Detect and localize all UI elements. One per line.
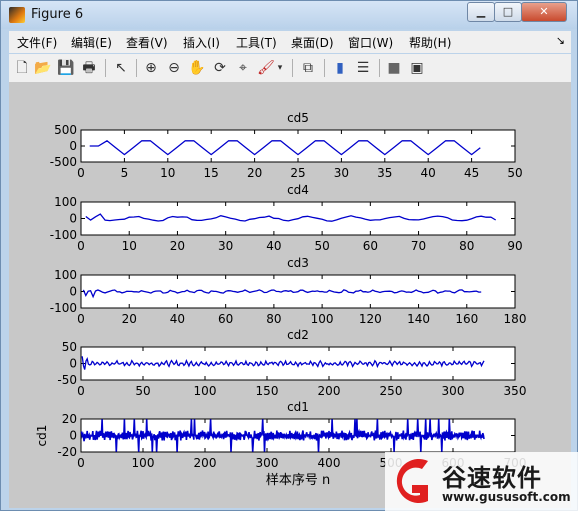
x-tick-label: 300 — [442, 384, 465, 398]
x-tick-label: 200 — [318, 384, 341, 398]
y-tick-label: 0 — [69, 139, 77, 153]
x-tick-label: 300 — [256, 456, 279, 470]
y-tick-label: 50 — [62, 340, 77, 354]
x-tick-label: 20 — [122, 312, 137, 326]
y-tick-label: -100 — [50, 228, 77, 242]
x-tick-label: 100 — [132, 456, 155, 470]
x-tick-label: 80 — [459, 239, 474, 253]
y-tick-label: -100 — [50, 301, 77, 315]
x-tick-label: 140 — [407, 312, 430, 326]
y-tick-label: 500 — [54, 123, 77, 137]
x-tick-label: 45 — [464, 166, 479, 180]
x-tick-label: 0 — [77, 312, 85, 326]
x-tick-label: 400 — [318, 456, 341, 470]
x-tick-label: 250 — [380, 384, 403, 398]
watermark-logo-icon — [396, 459, 428, 503]
x-tick-label: 0 — [77, 456, 85, 470]
x-tick-label: 120 — [359, 312, 382, 326]
y-tick-label: 0 — [69, 429, 77, 443]
x-tick-label: 90 — [507, 239, 522, 253]
y-tick-label: 100 — [54, 268, 77, 282]
x-tick-label: 30 — [334, 166, 349, 180]
watermark-url: www.gususoft.com — [442, 490, 571, 504]
subplot-title: cd1 — [287, 400, 309, 414]
x-tick-label: 60 — [218, 312, 233, 326]
x-tick-label: 100 — [311, 312, 334, 326]
watermark-brand: 谷速软件 — [442, 464, 542, 492]
x-tick-label: 20 — [247, 166, 262, 180]
y-axis-label: cd1 — [35, 425, 49, 447]
x-tick-label: 30 — [218, 239, 233, 253]
y-tick-label: 0 — [69, 212, 77, 226]
x-tick-label: 20 — [170, 239, 185, 253]
x-tick-label: 40 — [170, 312, 185, 326]
x-tick-label: 40 — [266, 239, 281, 253]
x-tick-label: 10 — [122, 239, 137, 253]
y-tick-label: -20 — [57, 445, 77, 459]
subplot-title: cd5 — [287, 111, 309, 125]
x-tick-label: 25 — [290, 166, 305, 180]
x-tick-label: 60 — [363, 239, 378, 253]
x-tick-label: 50 — [314, 239, 329, 253]
x-tick-label: 100 — [194, 384, 217, 398]
x-tick-label: 50 — [135, 384, 150, 398]
y-tick-label: -50 — [57, 373, 77, 387]
x-tick-label: 35 — [377, 166, 392, 180]
x-tick-label: 70 — [411, 239, 426, 253]
x-axis-label: 样本序号 n — [266, 473, 330, 488]
x-tick-label: 15 — [204, 166, 219, 180]
x-tick-label: 0 — [77, 384, 85, 398]
x-tick-label: 200 — [194, 456, 217, 470]
x-tick-label: 0 — [77, 239, 85, 253]
subplot-title: cd2 — [287, 328, 309, 342]
x-tick-label: 10 — [160, 166, 175, 180]
y-tick-label: 100 — [54, 195, 77, 209]
axes-cd5 — [80, 129, 516, 163]
x-tick-label: 80 — [266, 312, 281, 326]
x-tick-label: 0 — [77, 166, 85, 180]
x-tick-label: 160 — [455, 312, 478, 326]
x-tick-label: 150 — [256, 384, 279, 398]
x-tick-label: 40 — [421, 166, 436, 180]
y-tick-label: 0 — [69, 285, 77, 299]
subplots: cd55000-5000 5 10 15 20 25 30 35 40 45 50cd41000-1… — [35, 111, 527, 488]
subplot-title: cd4 — [287, 183, 309, 197]
x-tick-label: 350 — [504, 384, 527, 398]
x-tick-label: 5 — [121, 166, 129, 180]
x-tick-label: 180 — [504, 312, 527, 326]
x-tick-label: 50 — [507, 166, 522, 180]
y-tick-label: 20 — [62, 412, 77, 426]
subplot-title: cd3 — [287, 256, 309, 270]
y-tick-label: -500 — [50, 155, 77, 169]
y-tick-label: 0 — [69, 357, 77, 371]
